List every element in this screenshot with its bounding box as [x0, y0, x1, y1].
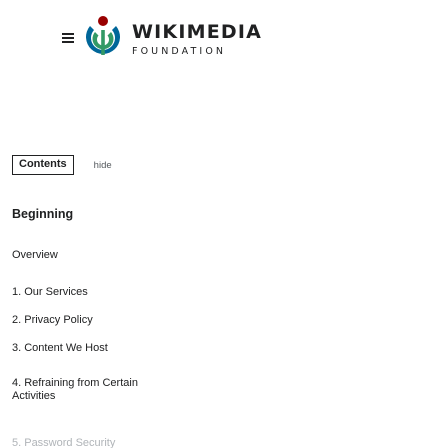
toc-item-password-security[interactable]: 5. Password Security	[12, 437, 115, 448]
page: WIKIMEDIA FOUNDATION Contents hide Begin…	[0, 0, 448, 448]
wordmark[interactable]: WIKIMEDIA FOUNDATION	[132, 22, 262, 57]
wikimedia-logo-icon[interactable]	[80, 14, 126, 60]
toc-title: Contents	[12, 155, 74, 175]
header: WIKIMEDIA FOUNDATION	[0, 0, 448, 90]
toc-item-content-we-host[interactable]: 3. Content We Host	[12, 342, 108, 354]
toc-item-overview[interactable]: Overview	[12, 249, 58, 261]
toc-header: Contents hide	[12, 155, 112, 175]
toc-hide-toggle[interactable]: hide	[94, 160, 112, 171]
wordmark-subtitle: FOUNDATION	[132, 46, 227, 57]
hamburger-menu-icon[interactable]	[62, 33, 74, 43]
wordmark-title: WIKIMEDIA	[132, 21, 263, 43]
toc-item-privacy-policy[interactable]: 2. Privacy Policy	[12, 314, 93, 326]
toc-item-our-services[interactable]: 1. Our Services	[12, 286, 88, 298]
toc-item-refraining[interactable]: 4. Refraining from Certain Activities	[12, 377, 162, 403]
toc-item-beginning[interactable]: Beginning	[12, 207, 73, 221]
